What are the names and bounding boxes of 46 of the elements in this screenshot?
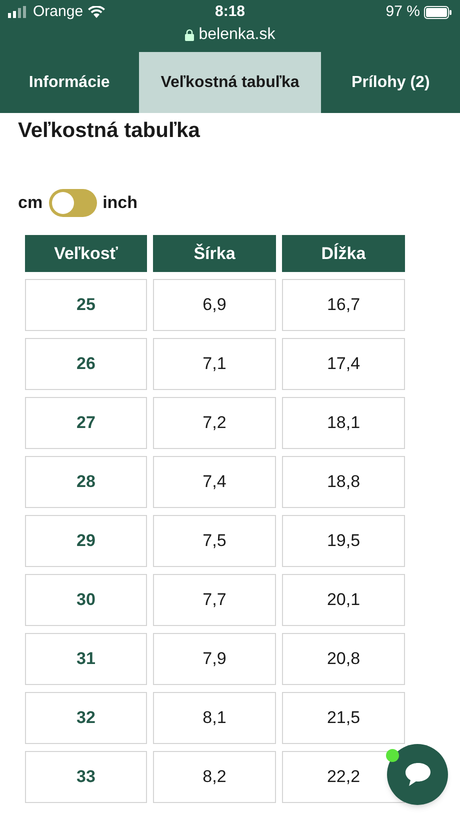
table-cell: 21,5	[282, 692, 405, 744]
unit-toggle[interactable]	[48, 189, 97, 217]
table-cell: 29	[25, 515, 147, 567]
table-cell: 19,5	[282, 515, 405, 567]
lock-icon	[184, 29, 194, 41]
tab[interactable]: Veľkostná tabuľka	[138, 52, 322, 113]
column-header: Šírka	[153, 235, 276, 272]
wifi-icon	[88, 6, 106, 18]
carrier-name: Orange	[33, 2, 84, 22]
tab[interactable]: Prílohy (2)	[321, 52, 460, 113]
page-title: Veľkostná tabuľka	[17, 118, 201, 144]
table-cell: 27	[25, 397, 147, 449]
speech-bubble-icon	[404, 762, 432, 787]
signal-icon	[8, 6, 28, 18]
url-text: belenka.sk	[198, 25, 276, 45]
clock-time: 8:18	[214, 2, 246, 22]
toggle-label: cm	[18, 192, 43, 214]
table-cell: 18,8	[282, 456, 405, 508]
column-header: Veľkosť	[25, 235, 147, 272]
table-cell: 7,7	[153, 574, 276, 626]
toggle-label: inch	[102, 192, 138, 214]
table-cell: 7,1	[153, 338, 276, 390]
table-cell: 32	[25, 692, 147, 744]
table-cell: 7,2	[153, 397, 276, 449]
table-cell: 16,7	[282, 279, 405, 331]
table-cell: 28	[25, 456, 147, 508]
battery-icon	[424, 6, 452, 18]
table-cell: 17,4	[282, 338, 405, 390]
table-cell: 20,1	[282, 574, 405, 626]
table-cell: 6,9	[153, 279, 276, 331]
table-cell: 18,1	[282, 397, 405, 449]
table-cell: 20,8	[282, 633, 405, 685]
table-cell: 8,1	[153, 692, 276, 744]
table-cell: 31	[25, 633, 147, 685]
chat-button[interactable]	[387, 744, 448, 805]
battery-percent: 97 %	[386, 2, 420, 22]
table-cell: 7,9	[153, 633, 276, 685]
table-cell: 30	[25, 574, 147, 626]
table-cell: 8,2	[153, 751, 276, 803]
table-cell: 25	[25, 279, 147, 331]
table-cell: 7,5	[153, 515, 276, 567]
table-cell: 26	[25, 338, 147, 390]
column-header: Dĺžka	[282, 235, 405, 272]
table-cell: 7,4	[153, 456, 276, 508]
table-cell: 33	[25, 751, 147, 803]
tab[interactable]: Informácie	[0, 52, 139, 113]
